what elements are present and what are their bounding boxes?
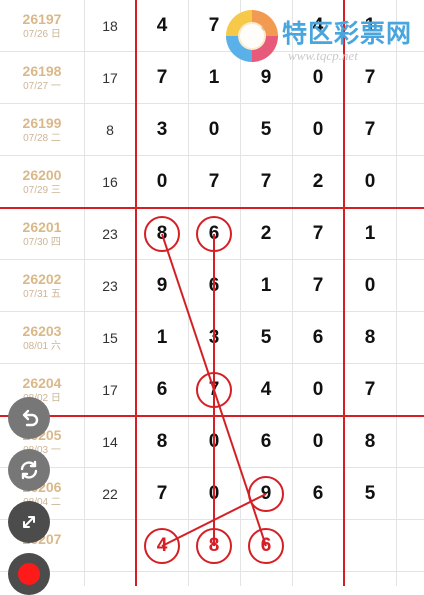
- expand-icon: [23, 516, 35, 528]
- annotation-layer: [144, 216, 284, 564]
- site-watermark: 特区彩票网 www.tqcp.net: [222, 4, 418, 68]
- expand-button[interactable]: [8, 501, 50, 543]
- record-button[interactable]: [8, 553, 50, 595]
- undo-icon: [22, 409, 39, 427]
- watermark-logo-icon: [226, 10, 278, 62]
- refresh-button[interactable]: [8, 449, 50, 491]
- record-icon: [18, 563, 40, 585]
- watermark-url: www.tqcp.net: [288, 48, 358, 63]
- undo-button[interactable]: [8, 397, 50, 439]
- watermark-title: 特区彩票网: [282, 19, 413, 48]
- refresh-icon: [20, 460, 38, 480]
